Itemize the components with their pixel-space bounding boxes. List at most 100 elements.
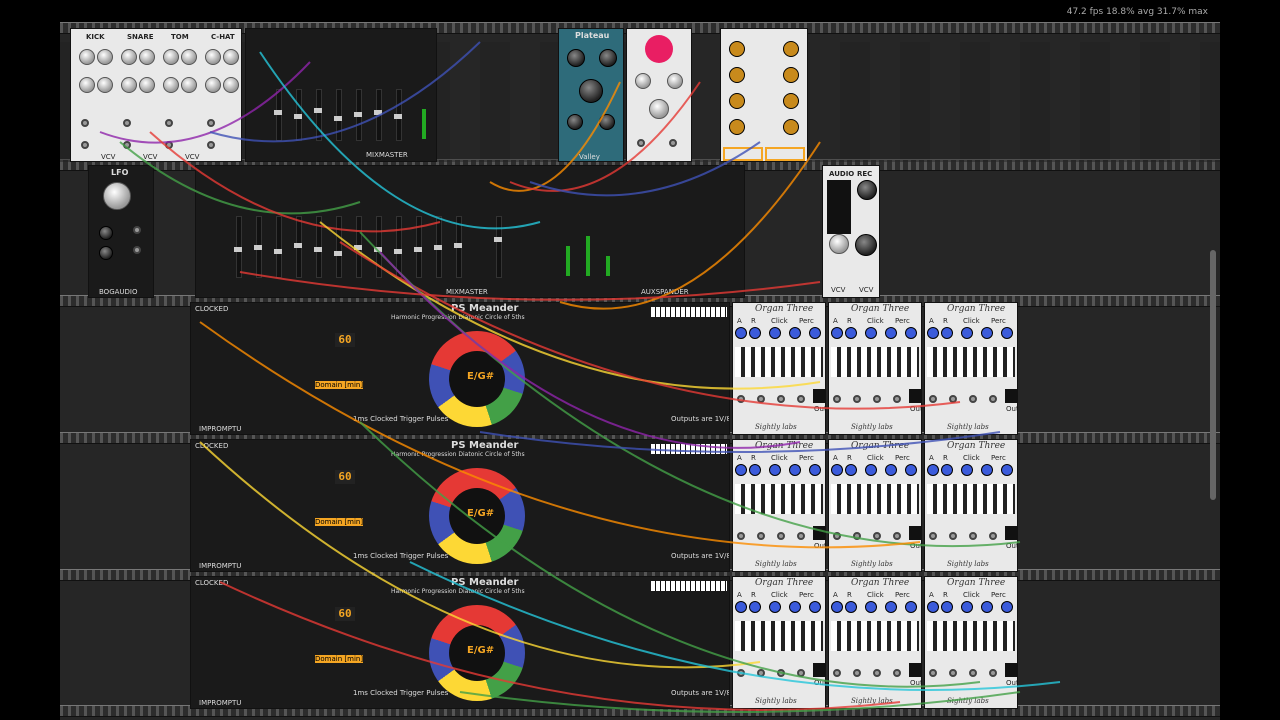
tune-knob[interactable]: [163, 49, 179, 65]
gate-jack[interactable]: [893, 395, 901, 403]
attack-knob[interactable]: [831, 327, 843, 339]
input-jack[interactable]: [737, 532, 745, 540]
attack-knob[interactable]: [927, 464, 939, 476]
channel-fader[interactable]: [374, 216, 382, 278]
decay-knob[interactable]: [223, 77, 239, 93]
drawbars[interactable]: [735, 347, 823, 377]
click-knob[interactable]: [961, 464, 973, 476]
mixmaster-jr-module[interactable]: MIXMASTER AUXSPANDER: [195, 165, 745, 298]
release-knob[interactable]: [941, 464, 953, 476]
attack-knob[interactable]: [735, 464, 747, 476]
trig-jack[interactable]: [123, 119, 131, 127]
input-jack[interactable]: [853, 532, 861, 540]
attack-knob[interactable]: [927, 327, 939, 339]
dry-knob[interactable]: [567, 49, 585, 67]
gate-jack[interactable]: [893, 669, 901, 677]
sweep-knob[interactable]: [181, 49, 197, 65]
channel-fader[interactable]: [314, 216, 322, 278]
channel-fader[interactable]: [334, 216, 342, 278]
voct-jack[interactable]: [969, 669, 977, 677]
param-knob[interactable]: [99, 246, 113, 260]
out-jack[interactable]: [207, 141, 215, 149]
click-knob[interactable]: [865, 327, 877, 339]
organ-three-module[interactable]: Organ Three A R Click Perc Out Sightly labs: [924, 576, 1018, 709]
lfo-module[interactable]: LFO BOGAUDIO: [88, 165, 154, 298]
amber-knob[interactable]: [729, 119, 745, 135]
perc-knob[interactable]: [809, 327, 821, 339]
release-knob[interactable]: [941, 601, 953, 613]
level-knob[interactable]: [829, 234, 849, 254]
keyboard[interactable]: [651, 307, 727, 317]
attack-knob[interactable]: [735, 601, 747, 613]
perc-knob[interactable]: [905, 601, 917, 613]
output-jack[interactable]: [133, 226, 141, 234]
amber-knob[interactable]: [729, 41, 745, 57]
out-jack-box[interactable]: [813, 526, 825, 540]
audio-rec-module[interactable]: AUDIO REC VCV VCV: [822, 165, 880, 298]
channel-fader[interactable]: [314, 89, 322, 141]
mixmaster-module[interactable]: MIXMASTER: [245, 28, 437, 162]
output-jack[interactable]: [669, 139, 677, 147]
click-knob[interactable]: [865, 464, 877, 476]
gate-jack[interactable]: [989, 395, 997, 403]
meander-row-1[interactable]: CLOCKED PS Meander Harmonic Progression …: [190, 302, 730, 435]
voct-jack[interactable]: [969, 532, 977, 540]
rate-knob[interactable]: [103, 182, 131, 210]
channel-fader[interactable]: [334, 89, 342, 141]
amber-knob[interactable]: [783, 119, 799, 135]
attack-knob[interactable]: [735, 327, 747, 339]
perc-knob[interactable]: [789, 327, 801, 339]
release-knob[interactable]: [749, 601, 761, 613]
gate-jack[interactable]: [893, 532, 901, 540]
input-jack[interactable]: [949, 669, 957, 677]
perc-knob[interactable]: [905, 464, 917, 476]
channel-fader[interactable]: [434, 216, 442, 278]
attack-knob[interactable]: [831, 601, 843, 613]
channel-fader[interactable]: [274, 216, 282, 278]
organ-three-module[interactable]: Organ Three A R Click Perc Out Sightly labs: [924, 302, 1018, 435]
release-knob[interactable]: [845, 327, 857, 339]
channel-fader[interactable]: [374, 89, 382, 141]
gain-knob[interactable]: [855, 234, 877, 256]
input-jack[interactable]: [929, 669, 937, 677]
channel-fader[interactable]: [454, 216, 462, 278]
out-jack[interactable]: [81, 141, 89, 149]
release-knob[interactable]: [749, 464, 761, 476]
input-jack[interactable]: [853, 395, 861, 403]
rec-knob[interactable]: [857, 180, 877, 200]
channel-fader[interactable]: [274, 89, 282, 141]
amber-knob[interactable]: [783, 67, 799, 83]
perc-knob[interactable]: [981, 464, 993, 476]
channel-fader[interactable]: [254, 216, 262, 278]
attack-knob[interactable]: [205, 77, 221, 93]
organ-three-module[interactable]: Organ Three A R Click Perc Out Sightly labs: [732, 576, 826, 709]
effects-module[interactable]: [720, 28, 808, 162]
input-jack[interactable]: [833, 669, 841, 677]
organ-three-module[interactable]: Organ Three A R Click Perc Out Sightly labs: [828, 302, 922, 435]
click-knob[interactable]: [961, 327, 973, 339]
input-jack[interactable]: [949, 532, 957, 540]
click-knob[interactable]: [769, 601, 781, 613]
tune-knob[interactable]: [205, 49, 221, 65]
release-knob[interactable]: [941, 327, 953, 339]
release-knob[interactable]: [749, 327, 761, 339]
vertical-scrollbar[interactable]: [1210, 250, 1216, 500]
drawbars[interactable]: [831, 484, 919, 514]
channel-fader[interactable]: [294, 89, 302, 141]
attack-knob[interactable]: [121, 77, 137, 93]
channel-fader[interactable]: [394, 89, 402, 141]
perc-knob[interactable]: [885, 464, 897, 476]
voct-jack[interactable]: [873, 395, 881, 403]
voct-jack[interactable]: [777, 395, 785, 403]
amber-knob[interactable]: [729, 67, 745, 83]
param-knob[interactable]: [667, 73, 683, 89]
click-knob[interactable]: [865, 601, 877, 613]
input-jack[interactable]: [737, 395, 745, 403]
noise-knob[interactable]: [139, 49, 155, 65]
out-jack[interactable]: [123, 141, 131, 149]
channel-fader[interactable]: [394, 216, 402, 278]
drawbars[interactable]: [831, 621, 919, 651]
input-jack[interactable]: [853, 669, 861, 677]
vcv-rack-viewport[interactable]: 47.2 fps 18.8% avg 31.7% max KICK SNARE …: [0, 0, 1280, 720]
channel-fader[interactable]: [354, 216, 362, 278]
